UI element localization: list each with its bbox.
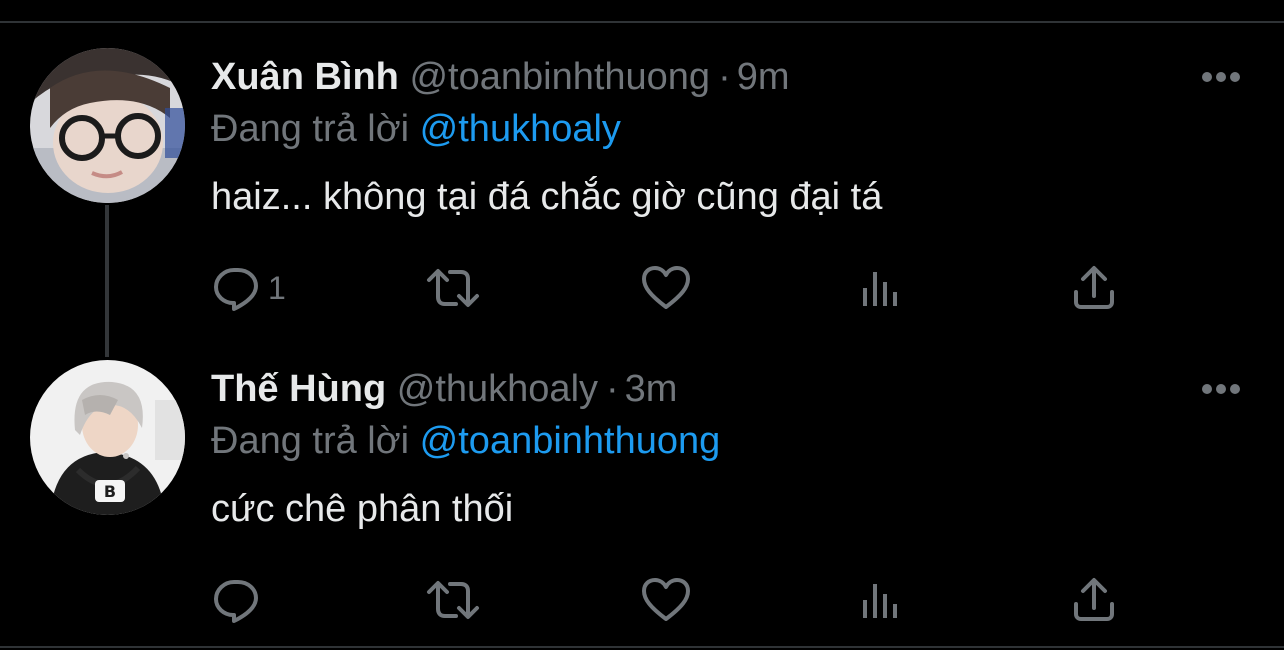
retweet-button[interactable] xyxy=(425,572,489,628)
tweet-header: Xuân Bình @toanbinhthuong · 9m xyxy=(211,54,790,100)
mention-link[interactable]: @toanbinhthuong xyxy=(420,420,721,462)
reply-button[interactable]: 1 xyxy=(212,260,286,316)
avatar-xuan-binh[interactable] xyxy=(30,48,185,203)
heart-icon xyxy=(642,266,690,309)
svg-text:B: B xyxy=(104,482,116,501)
avatar-boy-glasses-icon xyxy=(30,48,185,203)
like-button[interactable] xyxy=(641,572,699,628)
tweet-actions: 1 xyxy=(0,260,1284,316)
timestamp[interactable]: 9m xyxy=(737,56,790,98)
timestamp[interactable]: 3m xyxy=(625,368,678,410)
retweet-icon xyxy=(427,581,479,619)
share-button[interactable] xyxy=(1071,260,1117,316)
reply-bubble-icon xyxy=(214,580,258,623)
separator-dot: · xyxy=(718,56,731,98)
heart-icon xyxy=(642,578,690,621)
display-name[interactable]: Xuân Bình xyxy=(211,56,399,98)
display-name[interactable]: Thế Hùng xyxy=(211,368,386,410)
bottom-divider xyxy=(0,646,1284,648)
more-horizontal-icon xyxy=(1202,72,1240,82)
reply-count: 1 xyxy=(268,270,286,306)
avatar-the-hung[interactable]: B xyxy=(30,360,185,515)
more-horizontal-icon xyxy=(1202,384,1240,394)
retweet-button[interactable] xyxy=(425,260,489,316)
more-button[interactable] xyxy=(1200,382,1242,396)
user-handle[interactable]: @toanbinhthuong xyxy=(409,56,710,98)
mention-link[interactable]: @thukhoaly xyxy=(420,108,621,150)
views-bar-chart-icon xyxy=(863,272,897,306)
like-button[interactable] xyxy=(641,260,699,316)
tweet-actions xyxy=(0,572,1284,628)
tweet-text: cức chê phân thối xyxy=(211,488,514,530)
tweet-text: haiz... không tại đá chắc giờ cũng đại t… xyxy=(211,176,883,218)
replying-to: Đang trả lời @toanbinhthuong xyxy=(211,418,720,464)
share-upload-icon xyxy=(1074,578,1114,621)
views-button[interactable] xyxy=(860,260,904,316)
reply-bubble-icon xyxy=(214,268,258,311)
tweet-header: Thế Hùng @thukhoaly · 3m xyxy=(211,366,677,412)
views-bar-chart-icon xyxy=(863,584,897,618)
reply-button[interactable] xyxy=(212,572,268,628)
views-button[interactable] xyxy=(860,572,904,628)
more-button[interactable] xyxy=(1200,70,1242,84)
retweet-icon xyxy=(427,269,479,307)
separator-dot: · xyxy=(606,368,619,410)
top-divider xyxy=(0,21,1284,23)
share-upload-icon xyxy=(1074,266,1114,309)
share-button[interactable] xyxy=(1071,572,1117,628)
avatar-silver-hair-hoodie-icon: B xyxy=(30,360,185,515)
user-handle[interactable]: @thukhoaly xyxy=(397,368,598,410)
replying-to-label: Đang trả lời xyxy=(211,420,410,462)
replying-to-label: Đang trả lời xyxy=(211,108,410,150)
replying-to: Đang trả lời @thukhoaly xyxy=(211,106,621,152)
